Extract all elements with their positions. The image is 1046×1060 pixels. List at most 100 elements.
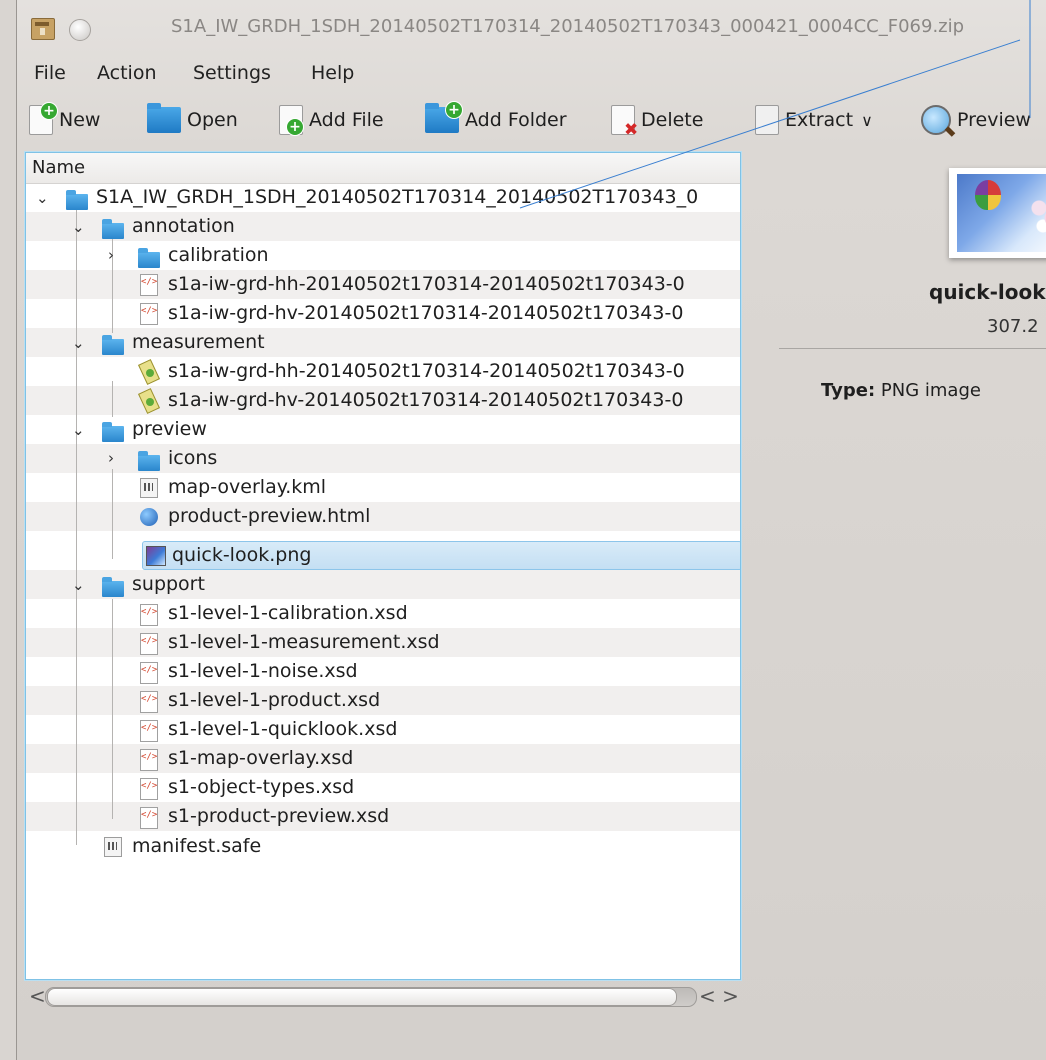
kml-file-icon bbox=[140, 478, 158, 498]
tree-item-label: S1A_IW_GRDH_1SDH_20140502T170314_2014050… bbox=[96, 186, 699, 208]
info-type-value: PNG image bbox=[880, 380, 981, 401]
xml-file-icon bbox=[140, 604, 158, 626]
tree-row[interactable] bbox=[26, 657, 740, 686]
tree-row[interactable] bbox=[26, 686, 740, 715]
tree-item-label: manifest.safe bbox=[132, 835, 262, 857]
preview-button-label: Preview bbox=[957, 109, 1031, 131]
tree-item-label: s1a-iw-grd-hv-20140502t170314-20140502t1… bbox=[168, 302, 684, 324]
new-button-label: New bbox=[59, 109, 101, 131]
preview-thumbnail bbox=[949, 168, 1046, 258]
column-header-label: Name bbox=[32, 157, 86, 178]
tiff-image-icon bbox=[140, 361, 158, 381]
info-filename: quick-look.p bbox=[929, 280, 1046, 304]
extract-button-label: Extract bbox=[785, 109, 854, 131]
tree-item-label: annotation bbox=[132, 215, 235, 237]
tree-item-label: s1a-iw-grd-hv-20140502t170314-20140502t1… bbox=[168, 389, 684, 411]
add-folder-button-label: Add Folder bbox=[465, 109, 567, 131]
folder-icon bbox=[138, 451, 160, 471]
expand-arrow-icon[interactable]: › bbox=[108, 246, 114, 264]
menu-file[interactable]: File bbox=[34, 62, 66, 84]
add-folder-button[interactable]: + Add Folder bbox=[425, 98, 567, 142]
collapse-arrow-icon[interactable]: ⌄ bbox=[72, 334, 85, 352]
tiff-image-icon bbox=[140, 390, 158, 410]
tree-item-label: preview bbox=[132, 418, 207, 440]
tree-row[interactable] bbox=[26, 744, 740, 773]
new-archive-icon: + bbox=[29, 102, 58, 135]
extract-dropdown-icon[interactable]: ∨ bbox=[861, 111, 873, 130]
extract-icon bbox=[755, 105, 779, 135]
tree-item-label: s1-product-preview.xsd bbox=[168, 805, 390, 827]
horizontal-scrollbar[interactable]: < < > bbox=[25, 978, 739, 1014]
collapse-arrow-icon[interactable]: ⌄ bbox=[36, 189, 49, 207]
menu-settings[interactable]: Settings bbox=[193, 62, 271, 84]
tree-item-label: s1-level-1-quicklook.xsd bbox=[168, 718, 398, 740]
archive-tree-view[interactable]: Name ⌄ S1A_IW_GRDH_1SDH_20140502T170314_… bbox=[25, 152, 741, 980]
scroll-thumb[interactable] bbox=[47, 988, 677, 1006]
folder-icon bbox=[102, 335, 124, 355]
column-header-name[interactable]: Name bbox=[26, 153, 740, 184]
folder-icon bbox=[102, 219, 124, 239]
tree-row[interactable] bbox=[26, 241, 740, 270]
info-type-label: Type: bbox=[821, 380, 876, 401]
open-button-label: Open bbox=[187, 109, 238, 131]
png-image-icon bbox=[146, 546, 166, 566]
app-window: S1A_IW_GRDH_1SDH_20140502T170314_2014050… bbox=[16, 0, 1046, 1060]
archive-app-icon[interactable] bbox=[31, 18, 55, 40]
folder-icon bbox=[102, 577, 124, 597]
folder-icon bbox=[102, 422, 124, 442]
preview-magnifier-icon bbox=[921, 105, 951, 135]
window-menu-button[interactable] bbox=[69, 19, 91, 41]
preview-button[interactable]: Preview bbox=[921, 98, 1031, 142]
tree-guide-line bbox=[76, 205, 77, 845]
tree-item-label: icons bbox=[168, 447, 218, 469]
tree-item-label: s1-level-1-product.xsd bbox=[168, 689, 381, 711]
tree-row[interactable] bbox=[26, 773, 740, 802]
info-type: Type: PNG image bbox=[821, 380, 981, 401]
html-globe-icon bbox=[140, 508, 158, 526]
open-button[interactable]: Open bbox=[147, 98, 238, 142]
info-panel: quick-look.p 307.2 KiB Type: PNG image bbox=[739, 152, 1046, 1052]
delete-button-label: Delete bbox=[641, 109, 704, 131]
png-preview-image bbox=[957, 174, 1046, 252]
tree-item-label: s1-level-1-calibration.xsd bbox=[168, 602, 408, 624]
folder-icon bbox=[66, 190, 88, 210]
tree-guide-line bbox=[112, 469, 113, 559]
tree-guide-line bbox=[112, 599, 113, 819]
add-file-button-label: Add File bbox=[309, 109, 384, 131]
safe-file-icon bbox=[104, 837, 122, 857]
collapse-arrow-icon[interactable]: ⌄ bbox=[72, 576, 85, 594]
tree-item-label: s1-object-types.xsd bbox=[168, 776, 355, 798]
tree-item-label: measurement bbox=[132, 331, 265, 353]
scroll-left-arrow-icon[interactable]: < bbox=[29, 984, 46, 1008]
tree-guide-line bbox=[112, 381, 113, 417]
menu-help[interactable]: Help bbox=[311, 62, 354, 84]
tree-row[interactable] bbox=[26, 444, 740, 473]
delete-icon: ✖ bbox=[611, 105, 638, 140]
tree-item-label: support bbox=[132, 573, 205, 595]
tree-row[interactable] bbox=[26, 473, 740, 502]
new-button[interactable]: + New bbox=[29, 98, 100, 142]
xml-file-icon bbox=[140, 778, 158, 800]
menu-action[interactable]: Action bbox=[97, 62, 157, 84]
collapse-arrow-icon[interactable]: ⌄ bbox=[72, 218, 85, 236]
window-title: S1A_IW_GRDH_1SDH_20140502T170314_2014050… bbox=[171, 16, 965, 37]
xml-file-icon bbox=[140, 807, 158, 829]
tree-item-label: map-overlay.kml bbox=[168, 476, 327, 498]
delete-button[interactable]: ✖ Delete bbox=[611, 98, 703, 142]
scroll-right-arrows-icon[interactable]: < > bbox=[699, 984, 739, 1008]
title-bar: S1A_IW_GRDH_1SDH_20140502T170314_2014050… bbox=[17, 0, 1046, 52]
tree-item-label: product-preview.html bbox=[168, 505, 371, 527]
tree-row[interactable] bbox=[26, 502, 740, 531]
tree-item-label: s1-map-overlay.xsd bbox=[168, 747, 354, 769]
add-file-button[interactable]: + Add File bbox=[279, 98, 384, 142]
expand-arrow-icon[interactable]: › bbox=[108, 449, 114, 467]
add-folder-icon: + bbox=[425, 101, 463, 133]
info-filesize: 307.2 KiB bbox=[987, 316, 1046, 337]
extract-button[interactable]: Extract ∨ bbox=[755, 98, 873, 142]
collapse-arrow-icon[interactable]: ⌄ bbox=[72, 421, 85, 439]
xml-file-icon bbox=[140, 274, 158, 296]
add-file-icon: + bbox=[279, 105, 304, 136]
xml-file-icon bbox=[140, 749, 158, 771]
folder-icon bbox=[138, 248, 160, 268]
tree-item-label: calibration bbox=[168, 244, 269, 266]
